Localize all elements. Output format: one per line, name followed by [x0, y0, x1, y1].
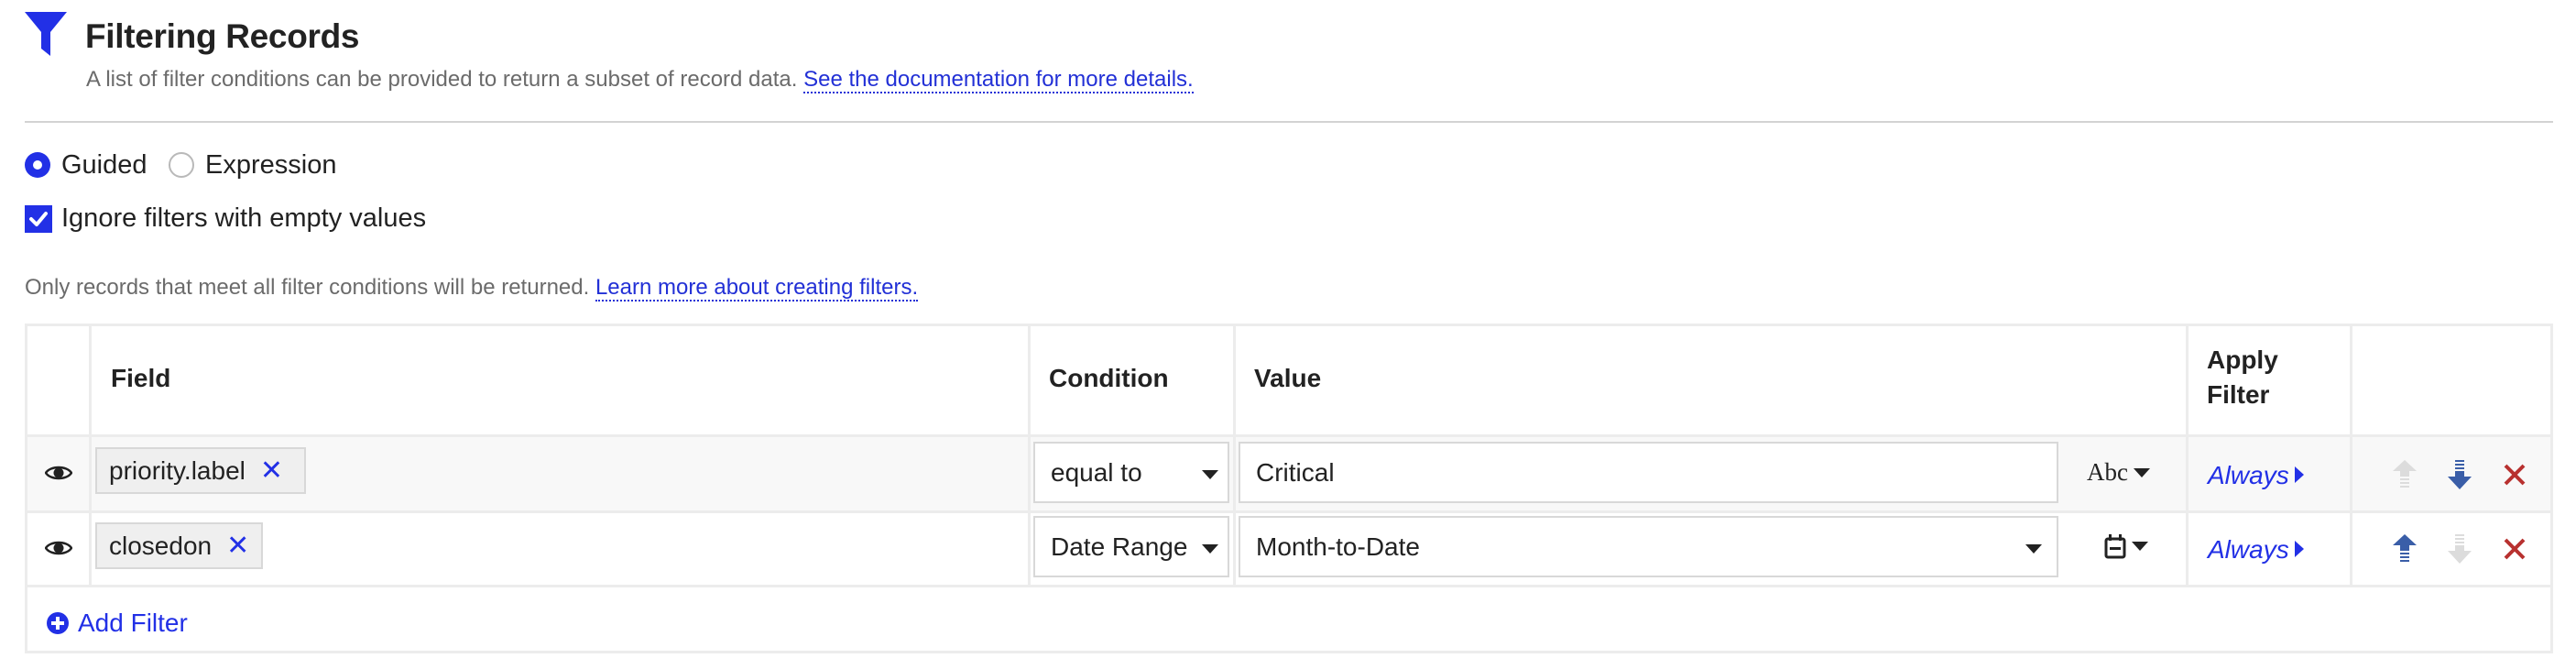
row-separator: [27, 510, 2550, 513]
value-input[interactable]: Critical: [1239, 442, 2058, 503]
row-separator: [27, 585, 2550, 587]
filter-info: Only records that meet all filter condit…: [25, 274, 919, 302]
apply-filter-toggle[interactable]: Always: [2208, 458, 2304, 493]
ignore-empty-label[interactable]: Ignore filters with empty values: [61, 203, 426, 234]
value-select[interactable]: Month-to-Date: [1239, 516, 2058, 577]
description-text: A list of filter conditions can be provi…: [86, 67, 798, 92]
caret-down-icon: [2025, 544, 2042, 554]
documentation-link[interactable]: See the documentation for more details.: [803, 67, 1194, 93]
column-separator: [1028, 326, 1031, 585]
remove-field-icon[interactable]: ✕: [226, 531, 249, 561]
apply-filter-value: Always: [2208, 461, 2289, 489]
ignore-empty-checkbox[interactable]: [25, 205, 52, 233]
divider: [25, 121, 2553, 123]
page-title: Filtering Records: [85, 17, 360, 55]
apply-filter-toggle[interactable]: Always: [2208, 532, 2304, 567]
expression-radio[interactable]: [169, 152, 194, 178]
move-up-icon[interactable]: [2393, 460, 2417, 489]
caret-down-icon: [2133, 467, 2150, 477]
field-tag: closedon ✕: [95, 522, 263, 569]
plus-circle-icon: [47, 612, 69, 634]
column-separator: [2350, 326, 2352, 585]
filters-table: Field Condition Value Apply Filter prior…: [25, 324, 2553, 653]
add-filter-label: Add Filter: [78, 609, 188, 637]
field-tag: priority.label ✕: [95, 447, 306, 494]
column-separator: [89, 326, 92, 585]
header-separator: [27, 434, 2550, 437]
learn-more-link[interactable]: Learn more about creating filters.: [595, 275, 919, 302]
guided-radio-label[interactable]: Guided: [61, 149, 147, 181]
move-down-icon[interactable]: [2448, 460, 2472, 489]
eye-icon[interactable]: [45, 464, 72, 482]
caret-right-icon: [2294, 541, 2304, 557]
value-text: Critical: [1256, 458, 1335, 487]
filter-info-text: Only records that meet all filter condit…: [25, 275, 590, 300]
move-down-icon[interactable]: [2448, 534, 2472, 564]
value-type-select[interactable]: Abc: [2087, 458, 2150, 487]
condition-select[interactable]: equal to: [1033, 442, 1229, 503]
column-header-condition: Condition: [1049, 364, 1169, 392]
column-header-apply-filter: Apply Filter: [2207, 345, 2278, 409]
move-up-icon[interactable]: [2393, 534, 2417, 564]
remove-field-icon[interactable]: ✕: [260, 455, 283, 486]
caret-down-icon: [1202, 470, 1218, 479]
value-type-select[interactable]: [2104, 533, 2148, 559]
field-name: priority.label: [109, 456, 246, 485]
delete-icon[interactable]: [2504, 464, 2526, 486]
calendar-icon: [2104, 534, 2126, 559]
value-text: Month-to-Date: [1256, 532, 1420, 561]
column-separator: [1233, 326, 1236, 585]
guided-radio[interactable]: [25, 152, 50, 178]
caret-down-icon: [2132, 542, 2148, 551]
expression-radio-label[interactable]: Expression: [205, 149, 336, 181]
condition-value: Date Range: [1051, 532, 1188, 561]
field-name: closedon: [109, 532, 213, 560]
caret-down-icon: [1202, 544, 1218, 554]
condition-value: equal to: [1051, 458, 1142, 487]
funnel-icon: [25, 12, 67, 56]
delete-icon[interactable]: [2504, 538, 2526, 560]
apply-filter-value: Always: [2208, 535, 2289, 564]
caret-right-icon: [2294, 466, 2304, 483]
page-description: A list of filter conditions can be provi…: [86, 66, 1194, 93]
column-header-field: Field: [111, 364, 171, 392]
condition-select[interactable]: Date Range: [1033, 516, 1229, 577]
column-header-value: Value: [1254, 364, 1322, 392]
text-type-icon: Abc: [2087, 458, 2128, 486]
checkmark-icon: [29, 212, 48, 226]
add-filter-button[interactable]: Add Filter: [47, 606, 188, 641]
eye-icon[interactable]: [45, 539, 72, 557]
column-separator: [2186, 326, 2189, 585]
